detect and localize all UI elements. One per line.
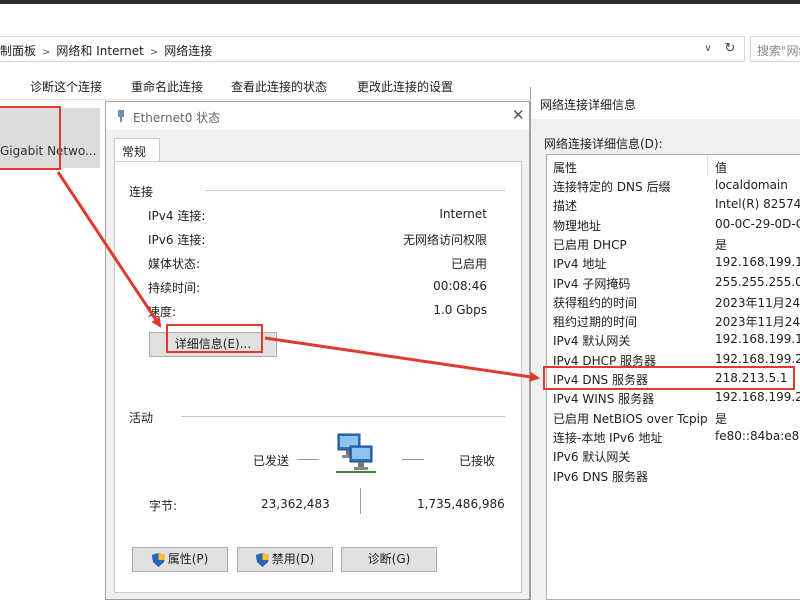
sent-label: 已发送 — [253, 454, 290, 468]
tab-general[interactable]: 常规 — [114, 138, 160, 162]
network-connection-details-window: 网络连接详细信息 网络连接详细信息(D): 属性 值 连接特定的 DNS 后缀 l… — [530, 87, 800, 600]
address-bar[interactable]: 制面板 > 网络和 Internet > 网络连接 — [0, 36, 745, 62]
details-titlebar: 网络连接详细信息 — [531, 87, 800, 119]
disable-button-label: 禁用(D) — [271, 552, 315, 566]
details-row-value[interactable]: 2023年11月24日 — [715, 313, 800, 330]
received-label: 已接收 — [459, 454, 496, 468]
dialog-titlebar: Ethernet0 状态 ✕ — [106, 102, 529, 130]
ipv6-connectivity-label: IPv6 连接: — [148, 233, 206, 247]
properties-button-label: 属性(P) — [167, 552, 209, 566]
chevron-right-icon: > — [42, 47, 51, 58]
details-row-value[interactable]: 192.168.199.25 — [715, 352, 800, 366]
close-icon[interactable]: ✕ — [512, 106, 525, 124]
adapter-item-ethernet0[interactable] — [0, 108, 100, 168]
duration-label: 持续时间: — [148, 281, 201, 295]
details-row-property[interactable]: 已启用 DHCP — [553, 236, 711, 253]
diagnose-button[interactable]: 诊断(G) — [341, 547, 437, 572]
network-activity-icon — [336, 433, 376, 473]
activity-group-label: 活动 — [129, 411, 154, 425]
details-list[interactable]: 属性 值 连接特定的 DNS 后缀 localdomain 描述 Intel(R) 8… — [546, 154, 800, 600]
details-button[interactable]: 详细信息(E)... — [149, 332, 277, 357]
details-row-property[interactable]: IPv4 DHCP 服务器 — [553, 352, 711, 369]
details-row-value[interactable]: 是 — [715, 410, 800, 427]
details-row-property[interactable]: 连接-本地 IPv6 地址 — [553, 429, 711, 446]
speed-value: 1.0 Gbps — [433, 303, 487, 317]
chevron-down-icon[interactable]: ∨ — [701, 42, 715, 56]
breadcrumb-network-connections[interactable]: 网络连接 — [164, 44, 212, 58]
breadcrumb-network-internet[interactable]: 网络和 Internet — [56, 44, 143, 58]
details-row-property[interactable]: IPv6 DNS 服务器 — [553, 468, 711, 485]
refresh-icon[interactable]: ↻ — [722, 41, 738, 57]
group-divider — [181, 416, 505, 417]
details-row-property[interactable]: IPv4 DNS 服务器 — [553, 371, 711, 388]
details-row-property[interactable]: IPv4 子网掩码 — [553, 275, 711, 292]
properties-button[interactable]: 属性(P) — [132, 547, 228, 572]
bytes-divider — [360, 488, 361, 514]
details-row-property[interactable]: 已启用 NetBIOS over Tcpip — [553, 410, 711, 427]
connections-list — [0, 101, 104, 600]
details-row-property[interactable]: 物理地址 — [553, 217, 711, 234]
received-dash — [402, 459, 424, 460]
details-row-property[interactable]: IPv4 默认网关 — [553, 332, 711, 349]
details-title: 网络连接详细信息 — [540, 98, 637, 112]
column-divider[interactable] — [707, 155, 708, 175]
adapter-label: Gigabit Netwo... — [0, 144, 97, 158]
view-connection-status-button[interactable]: 查看此连接的状态 — [231, 78, 327, 95]
rename-connection-button[interactable]: 重命名此连接 — [131, 78, 203, 95]
details-row-property[interactable]: 连接特定的 DNS 后缀 — [553, 178, 711, 195]
details-row-property[interactable]: IPv4 地址 — [553, 255, 711, 272]
details-row-value[interactable]: fe80::84ba:e82 — [715, 429, 800, 443]
search-input[interactable]: 搜索"网络 — [750, 36, 800, 62]
group-divider — [205, 190, 505, 191]
speed-label: 速度: — [148, 305, 177, 319]
details-row-property[interactable]: 租约过期的时间 — [553, 313, 711, 330]
dialog-title: Ethernet0 状态 — [133, 111, 221, 125]
connection-group-label: 连接 — [129, 185, 154, 199]
bytes-received-value: 1,735,486,986 — [417, 497, 505, 511]
details-row-value[interactable]: 218.213.5.1 — [715, 371, 800, 385]
details-row-value[interactable]: localdomain — [715, 178, 800, 192]
ipv4-connectivity-label: IPv4 连接: — [148, 209, 206, 223]
breadcrumb-control-panel[interactable]: 制面板 — [0, 44, 36, 58]
details-row-property[interactable]: IPv6 默认网关 — [553, 448, 711, 465]
uac-shield-icon — [151, 552, 165, 567]
uac-shield-icon — [255, 552, 269, 567]
ethernet-status-dialog: Ethernet0 状态 ✕ 常规 连接 IPv4 连接: Internet I… — [105, 101, 530, 600]
details-row-value[interactable]: 192.168.199.1 — [715, 332, 800, 346]
ipv6-connectivity-value: 无网络访问权限 — [402, 233, 487, 247]
disable-button[interactable]: 禁用(D) — [237, 547, 333, 572]
diagnose-connection-button[interactable]: 诊断这个连接 — [30, 78, 102, 95]
duration-value: 00:08:46 — [433, 279, 487, 293]
network-cable-icon — [118, 110, 124, 122]
ipv4-connectivity-value: Internet — [439, 207, 487, 221]
general-tab-panel: 连接 IPv4 连接: Internet IPv6 连接: 无网络访问权限 媒体… — [114, 161, 522, 593]
chevron-right-icon: > — [149, 47, 159, 58]
details-row-value[interactable]: 192.168.199.12 — [715, 255, 800, 269]
details-row-property[interactable]: IPv4 WINS 服务器 — [553, 390, 711, 407]
details-row-value[interactable]: 255.255.255.0 — [715, 275, 800, 289]
details-row-value[interactable]: 是 — [715, 236, 800, 253]
media-state-value: 已启用 — [450, 257, 487, 271]
column-header-property[interactable]: 属性 — [553, 159, 577, 176]
details-row-property[interactable]: 获得租约的时间 — [553, 294, 711, 311]
bytes-label: 字节: — [149, 499, 178, 513]
details-row-value[interactable]: 192.168.199.2 — [715, 390, 800, 404]
media-state-label: 媒体状态: — [148, 257, 201, 271]
breadcrumb: 制面板 > 网络和 Internet > 网络连接 — [0, 42, 212, 59]
bytes-sent-value: 23,362,483 — [261, 497, 330, 511]
details-row-value[interactable]: Intel(R) 82574L — [715, 197, 800, 211]
column-header-value[interactable]: 值 — [715, 159, 727, 176]
change-connection-settings-button[interactable]: 更改此连接的设置 — [357, 78, 453, 95]
details-row-value[interactable]: 00-0C-29-0D-C — [715, 217, 800, 231]
details-caption: 网络连接详细信息(D): — [544, 137, 663, 151]
sent-dash — [297, 459, 319, 460]
details-row-property[interactable]: 描述 — [553, 197, 711, 214]
details-row-value[interactable]: 2023年11月24日 — [715, 294, 800, 311]
